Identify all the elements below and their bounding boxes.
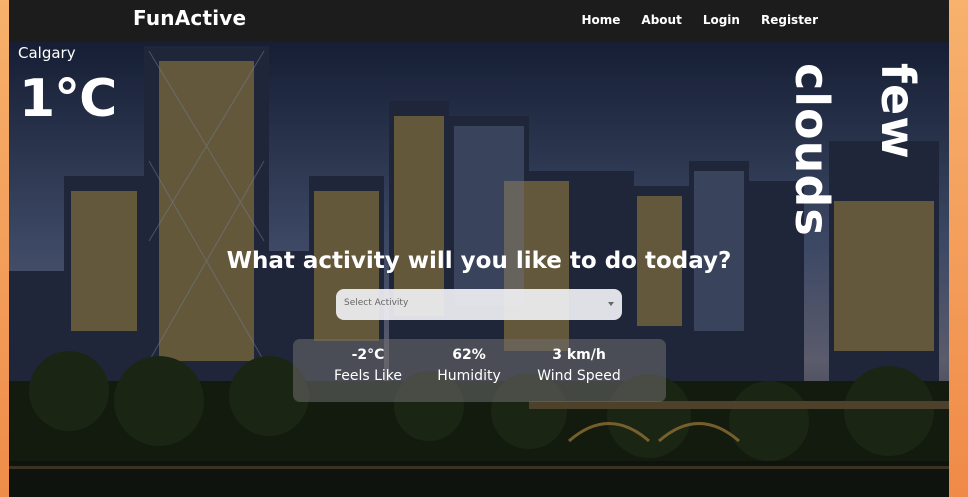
city-name: Calgary xyxy=(18,44,76,62)
activity-select-placeholder: Select Activity xyxy=(344,298,409,308)
stat-feels-like: -2°C Feels Like xyxy=(333,347,403,384)
humidity-value: 62% xyxy=(452,347,486,363)
wind-speed-value: 3 km/h xyxy=(552,347,606,363)
humidity-label: Humidity xyxy=(437,368,501,384)
hero-city-background: Calgary 1°C few clouds What activity wil… xyxy=(9,41,949,497)
nav-login-link[interactable]: Login xyxy=(703,13,740,27)
feels-like-value: -2°C xyxy=(351,347,385,363)
nav-register-link[interactable]: Register xyxy=(761,13,818,27)
chevron-down-icon xyxy=(608,302,614,306)
weather-condition-word-1: few xyxy=(871,63,925,160)
left-accent-border xyxy=(0,0,9,497)
activity-prompt-heading: What activity will you like to do today? xyxy=(226,248,732,274)
brand-logo[interactable]: FunActive xyxy=(133,6,246,30)
nav-about-link[interactable]: About xyxy=(641,13,681,27)
nav-links: Home About Login Register xyxy=(581,13,818,27)
current-temperature: 1°C xyxy=(19,69,117,129)
weather-condition-word-2: clouds xyxy=(785,63,839,237)
weather-stats-panel: -2°C Feels Like 62% Humidity 3 km/h Wind… xyxy=(293,339,666,402)
nav-home-link[interactable]: Home xyxy=(581,13,620,27)
feels-like-label: Feels Like xyxy=(333,368,403,384)
stat-wind-speed: 3 km/h Wind Speed xyxy=(533,347,625,384)
right-accent-border xyxy=(949,0,968,497)
navbar: FunActive Home About Login Register xyxy=(9,0,949,41)
stat-humidity: 62% Humidity xyxy=(434,347,504,384)
wind-speed-label: Wind Speed xyxy=(537,368,621,384)
activity-select[interactable]: Select Activity xyxy=(336,289,622,320)
